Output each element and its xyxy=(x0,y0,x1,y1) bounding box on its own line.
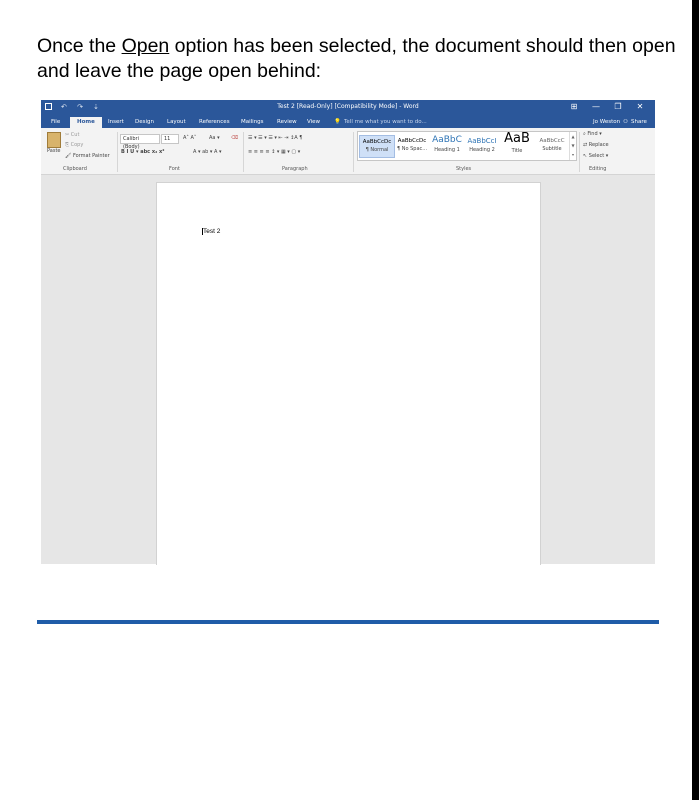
styles-gallery: AaBbCcDc ¶ Normal AaBbCcDc ¶ No Spac... … xyxy=(357,131,577,161)
font-name-select[interactable]: Calibri (Body) xyxy=(120,134,160,150)
paste-icon[interactable] xyxy=(47,132,61,148)
find-button[interactable]: ⌕ Find ▾ xyxy=(583,131,602,137)
tab-insert[interactable]: Insert xyxy=(108,119,124,125)
font-color-buttons[interactable]: A ▾ ab ▾ A ▾ xyxy=(193,149,222,155)
font-format-buttons[interactable]: B I U ▾ abc x₂ x² xyxy=(121,149,164,155)
tab-mailings[interactable]: Mailings xyxy=(241,119,264,125)
style-name: ¶ No Spac... xyxy=(396,146,428,152)
style-name: Subtitle xyxy=(542,146,562,152)
tab-file[interactable]: File xyxy=(51,119,60,125)
separator xyxy=(117,132,118,172)
ribbon-display-icon[interactable]: ⊞ xyxy=(563,102,585,111)
close-icon[interactable]: ✕ xyxy=(629,102,651,111)
format-painter-button[interactable]: 🖌 Format Painter xyxy=(65,153,110,159)
font-size-select[interactable]: 11 xyxy=(161,134,179,144)
footer-rule xyxy=(37,620,659,624)
share-button[interactable]: Share xyxy=(631,119,647,125)
style-sample: AaBbCcI xyxy=(467,137,497,145)
select-button[interactable]: ↖ Select ▾ xyxy=(583,153,608,159)
styles-group-label: Styles xyxy=(456,166,472,172)
person-icon: ⚇ xyxy=(623,119,628,125)
window-controls: ⊞ — ❐ ✕ xyxy=(563,102,651,111)
clipboard-group-label: Clipboard xyxy=(63,166,87,172)
style-title[interactable]: AaB Title xyxy=(500,131,534,154)
paragraph-group-label: Paragraph xyxy=(282,166,308,172)
document-text[interactable]: Test 2 xyxy=(202,228,220,235)
lightbulb-icon: 💡 xyxy=(334,119,341,125)
styles-scroll[interactable]: ▲ ▼ ▾ xyxy=(569,132,576,160)
select-label: Select ▾ xyxy=(588,153,609,159)
tab-design[interactable]: Design xyxy=(135,119,154,125)
cut-label: Cut xyxy=(70,132,80,138)
separator xyxy=(243,132,244,172)
document-text-content: Test 2 xyxy=(203,228,221,235)
replace-button[interactable]: ⇄ Replace xyxy=(583,142,609,148)
minimize-icon[interactable]: — xyxy=(585,102,607,111)
tab-layout[interactable]: Layout xyxy=(167,119,186,125)
copy-button[interactable]: ⎘ Copy xyxy=(65,142,83,148)
page-border-bar xyxy=(692,0,699,800)
separator xyxy=(579,132,580,172)
paste-button[interactable]: Paste xyxy=(47,148,61,154)
copy-label: Copy xyxy=(70,142,84,148)
style-subtitle[interactable]: AaBbCcC Subtitle xyxy=(535,138,569,152)
change-case-button[interactable]: Aa ▾ xyxy=(209,135,220,141)
tell-me-box[interactable]: Tell me what you want to do... xyxy=(344,119,427,125)
style-heading-2[interactable]: AaBbCcI Heading 2 xyxy=(465,137,499,153)
find-label: Find ▾ xyxy=(587,131,602,137)
tab-home[interactable]: Home xyxy=(70,117,102,128)
restore-icon[interactable]: ❐ xyxy=(607,102,629,111)
style-no-spacing[interactable]: AaBbCcDc ¶ No Spac... xyxy=(395,138,429,152)
style-sample: AaBbCcC xyxy=(539,138,565,144)
style-sample: AaBbCcDc xyxy=(397,138,427,144)
paragraph-align-buttons[interactable]: ≡ ≡ ≡ ≡ ↕ ▾ ▦ ▾ ▢ ▾ xyxy=(248,149,300,155)
style-heading-1[interactable]: AaBbC Heading 1 xyxy=(430,135,464,153)
user-name[interactable]: Jo Weston xyxy=(593,119,620,125)
style-sample: AaBbCcDc xyxy=(362,139,392,145)
style-sample: AaBbC xyxy=(432,135,462,145)
editing-group-label: Editing xyxy=(589,166,607,172)
ribbon-home: Paste ✂ Cut ⎘ Copy 🖌 Format Painter Clip… xyxy=(41,128,655,175)
clear-formatting-icon[interactable]: ⌫ xyxy=(231,135,238,141)
tab-review[interactable]: Review xyxy=(277,119,297,125)
paragraph-list-buttons[interactable]: ☰ ▾ ☰ ▾ ☰ ▾ ⇤ ⇥ ↕A ¶ xyxy=(248,135,302,141)
intro-before: Once the xyxy=(37,35,122,57)
document-page[interactable]: Test 2 xyxy=(156,182,541,565)
separator xyxy=(353,132,354,172)
style-name: Heading 2 xyxy=(469,147,495,153)
instruction-text: Once the Open option has been selected, … xyxy=(37,34,677,84)
word-window-screenshot: ↶ ↷ ⇣ Test 2 [Read-Only] [Compatibility … xyxy=(41,100,655,565)
style-normal[interactable]: AaBbCcDc ¶ Normal xyxy=(359,135,395,158)
open-option-text: Open xyxy=(121,35,170,57)
tab-view[interactable]: View xyxy=(307,119,320,125)
title-bar: ↶ ↷ ⇣ Test 2 [Read-Only] [Compatibility … xyxy=(41,100,655,116)
style-name: Title xyxy=(511,148,523,154)
replace-label: Replace xyxy=(588,142,609,148)
font-group-label: Font xyxy=(169,166,180,172)
ribbon-tabs: File Home Insert Design Layout Reference… xyxy=(41,116,655,128)
format-painter-label: Format Painter xyxy=(72,153,110,159)
style-sample: AaB xyxy=(504,131,530,146)
cut-button[interactable]: ✂ Cut xyxy=(65,132,79,138)
style-name: ¶ Normal xyxy=(365,147,389,153)
style-name: Heading 1 xyxy=(434,147,460,153)
grow-shrink-font[interactable]: A˄ A˅ xyxy=(183,135,196,141)
tab-references[interactable]: References xyxy=(199,119,230,125)
